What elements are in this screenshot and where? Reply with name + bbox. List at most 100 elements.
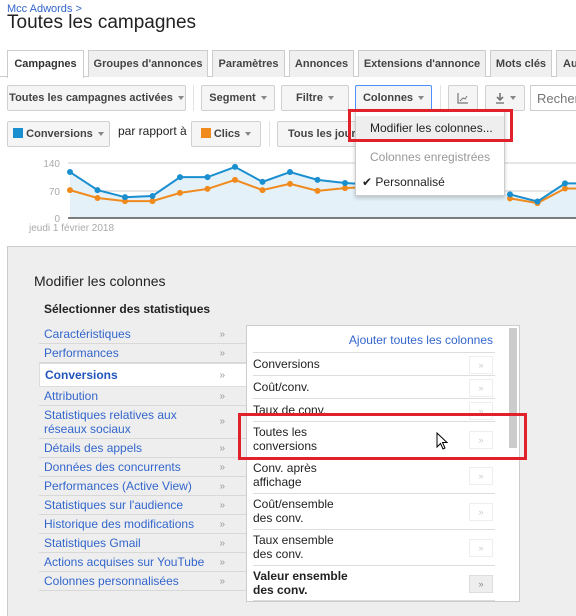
tab-audiences[interactable]: Audiences bbox=[556, 50, 576, 77]
metric1-dropdown[interactable]: Conversions bbox=[7, 121, 110, 147]
data-point-clics[interactable] bbox=[177, 189, 183, 196]
data-point-clics[interactable] bbox=[149, 198, 156, 205]
page-title: Toutes les campagnes bbox=[7, 12, 197, 33]
data-point-conversions[interactable] bbox=[287, 169, 293, 176]
category-item[interactable]: Attribution » bbox=[39, 387, 247, 406]
data-point-conversions[interactable] bbox=[232, 163, 238, 170]
chart-toggle-button[interactable] bbox=[448, 85, 478, 111]
chevron-down-icon bbox=[245, 132, 252, 137]
add-column-button[interactable]: » bbox=[469, 379, 493, 397]
download-button[interactable] bbox=[485, 85, 525, 111]
category-item[interactable]: Données des concurrents » bbox=[39, 458, 247, 477]
metric2-dropdown[interactable]: Clics bbox=[191, 121, 261, 147]
search-input[interactable] bbox=[530, 85, 576, 111]
data-point-conversions[interactable] bbox=[204, 174, 211, 181]
columns-button[interactable]: Colonnes bbox=[355, 85, 432, 111]
category-label: Données des concurrents bbox=[44, 460, 181, 474]
chevron-down-icon bbox=[509, 96, 516, 101]
data-point-clics[interactable] bbox=[204, 185, 211, 192]
category-item[interactable]: Actions acquises sur YouTube » bbox=[39, 553, 247, 572]
category-label: Détails des appels bbox=[44, 441, 143, 455]
data-point-clics[interactable] bbox=[562, 185, 568, 192]
chevron-double-right-icon: » bbox=[219, 462, 225, 473]
category-item[interactable]: Détails des appels » bbox=[39, 439, 247, 458]
mouse-cursor-icon bbox=[436, 432, 449, 450]
category-label: Performances bbox=[44, 346, 119, 360]
data-point-conversions[interactable] bbox=[149, 193, 156, 199]
data-point-conversions[interactable] bbox=[342, 180, 348, 187]
menu-item-custom[interactable]: ✔ Personnalisé bbox=[356, 175, 504, 189]
category-label: Caractéristiques bbox=[44, 327, 131, 341]
category-item[interactable]: Statistiques Gmail » bbox=[39, 534, 247, 553]
column-label: Coût/ensemble des conv. bbox=[253, 497, 334, 525]
chevron-down-icon bbox=[260, 96, 267, 101]
column-row: Coût/conv. » bbox=[253, 375, 495, 398]
data-point-conversions[interactable] bbox=[314, 176, 321, 183]
data-point-clics[interactable] bbox=[342, 185, 348, 192]
chevron-double-right-icon: » bbox=[219, 538, 225, 549]
column-label: Valeur ensemble des conv. bbox=[253, 569, 348, 597]
add-column-button[interactable]: » bbox=[469, 356, 493, 374]
category-item[interactable]: Statistiques sur l'audience » bbox=[39, 496, 247, 515]
category-label: Conversions bbox=[45, 368, 118, 382]
highlight-box bbox=[348, 109, 513, 142]
x-start-label: jeudi 1 février 2018 bbox=[28, 223, 114, 234]
compare-label: par rapport à bbox=[118, 124, 187, 138]
tab-mots-cles[interactable]: Mots clés bbox=[490, 50, 552, 77]
column-row: Conversions » bbox=[253, 352, 495, 375]
panel-subtitle: Sélectionner des statistiques bbox=[44, 302, 211, 316]
data-point-conversions[interactable] bbox=[177, 174, 183, 181]
panel-title: Modifier les colonnes bbox=[34, 273, 166, 289]
tab-annonces[interactable]: Annonces bbox=[289, 50, 354, 77]
y-tick-label: 70 bbox=[49, 187, 61, 198]
chevron-double-right-icon: » bbox=[219, 481, 225, 492]
add-column-button[interactable]: » bbox=[469, 539, 493, 557]
columns-label: Colonnes bbox=[362, 92, 414, 104]
data-point-clics[interactable] bbox=[287, 180, 293, 187]
data-point-conversions[interactable] bbox=[94, 187, 101, 194]
category-item[interactable]: Colonnes personnalisées » bbox=[39, 572, 247, 591]
data-point-conversions[interactable] bbox=[122, 194, 128, 201]
data-point-clics[interactable] bbox=[67, 187, 73, 194]
column-label: Conv. après affichage bbox=[253, 461, 317, 489]
tab-groupes-annonces[interactable]: Groupes d'annonces bbox=[88, 50, 208, 77]
tab-extensions[interactable]: Extensions d'annonce bbox=[358, 50, 486, 77]
data-point-clics[interactable] bbox=[94, 194, 101, 201]
category-item[interactable]: Caractéristiques » bbox=[39, 325, 247, 344]
metric1-color-swatch bbox=[13, 128, 24, 138]
tab-bar: Campagnes Groupes d'annonces Paramètres … bbox=[0, 50, 576, 78]
data-point-clics[interactable] bbox=[259, 187, 266, 194]
category-item[interactable]: Statistiques relatives aux réseaux socia… bbox=[39, 406, 247, 439]
data-point-clics[interactable] bbox=[232, 176, 238, 183]
column-label: Coût/conv. bbox=[253, 380, 310, 394]
chevron-double-right-icon: » bbox=[219, 391, 225, 402]
add-all-columns-link[interactable]: Ajouter toutes les colonnes bbox=[349, 333, 493, 347]
category-item-active[interactable]: Conversions » bbox=[39, 363, 247, 387]
segment-button[interactable]: Segment bbox=[201, 85, 275, 111]
columns-list: Ajouter toutes les colonnes Conversions »… bbox=[246, 325, 520, 602]
add-column-button[interactable]: » bbox=[469, 575, 493, 593]
tab-campagnes[interactable]: Campagnes bbox=[7, 50, 84, 78]
data-point-clics[interactable] bbox=[314, 187, 321, 194]
category-item[interactable]: Performances (Active View) » bbox=[39, 477, 247, 496]
chevron-double-right-icon: » bbox=[219, 348, 225, 359]
segment-label: Segment bbox=[209, 92, 256, 104]
campaign-filter-dropdown[interactable]: Toutes les campagnes activées bbox=[7, 85, 186, 111]
add-column-button[interactable]: » bbox=[469, 503, 493, 521]
column-label: Taux ensemble des conv. bbox=[253, 533, 334, 561]
column-row: Conv. après affichage » bbox=[253, 457, 495, 493]
column-row: Valeur ensemble des conv. » bbox=[253, 565, 495, 601]
add-column-button[interactable]: » bbox=[469, 467, 493, 485]
chevron-double-right-icon: » bbox=[219, 500, 225, 511]
data-point-conversions[interactable] bbox=[507, 191, 513, 198]
category-item[interactable]: Performances » bbox=[39, 344, 247, 363]
column-label: Conversions bbox=[253, 357, 320, 371]
data-point-conversions[interactable] bbox=[534, 198, 541, 205]
data-point-conversions[interactable] bbox=[259, 178, 266, 185]
data-point-conversions[interactable] bbox=[562, 180, 568, 187]
data-point-conversions[interactable] bbox=[67, 169, 73, 176]
filter-button[interactable]: Filtre bbox=[281, 85, 349, 111]
tab-parametres[interactable]: Paramètres bbox=[212, 50, 285, 77]
category-item[interactable]: Historique des modifications » bbox=[39, 515, 247, 534]
metric1-label: Conversions bbox=[26, 128, 93, 140]
